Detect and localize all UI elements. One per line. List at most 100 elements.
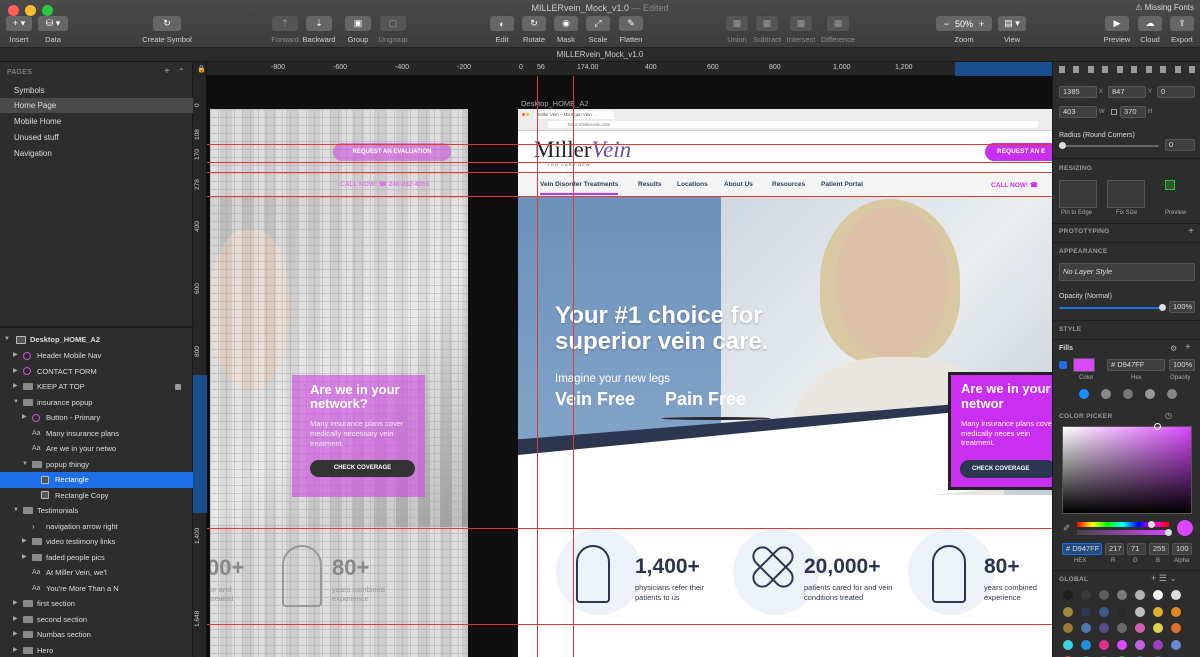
width-field[interactable]: 403 bbox=[1059, 106, 1097, 118]
color-swatch[interactable] bbox=[1081, 639, 1091, 650]
page-item-symbols[interactable]: Symbols bbox=[0, 83, 193, 98]
group-button[interactable]: ▣ Group bbox=[342, 16, 374, 44]
layer-item[interactable]: ▶ KEEP AT TOP bbox=[0, 379, 193, 395]
layer-item[interactable]: ▶ Hero bbox=[0, 643, 193, 657]
disclosure-icon[interactable]: ▶ bbox=[13, 643, 18, 657]
color-swatch[interactable] bbox=[1117, 639, 1127, 650]
radius-slider[interactable] bbox=[1059, 145, 1159, 147]
collapse-pages-icon[interactable]: ⌃ bbox=[178, 67, 185, 76]
layer-item[interactable]: ▶ faded people pics bbox=[0, 550, 193, 566]
color-swatch[interactable] bbox=[1135, 606, 1145, 617]
forward-button[interactable]: ⇡ Forward bbox=[268, 16, 302, 44]
disclosure-icon[interactable]: ▶ bbox=[13, 379, 18, 395]
fill-type-solid[interactable] bbox=[1079, 389, 1089, 399]
data-button[interactable]: ⛁ ▾ Data bbox=[38, 16, 68, 44]
opacity-knob[interactable] bbox=[1159, 304, 1166, 311]
layer-item[interactable]: ▶ Button - Primary bbox=[0, 410, 193, 426]
fill-opacity-field[interactable]: 100% bbox=[1169, 359, 1195, 371]
disclosure-icon[interactable]: ▶ bbox=[13, 596, 18, 612]
color-swatch[interactable] bbox=[1171, 606, 1181, 617]
color-swatch[interactable] bbox=[1135, 623, 1145, 633]
color-swatch[interactable] bbox=[1063, 623, 1073, 633]
y-field[interactable]: 847 bbox=[1108, 86, 1146, 98]
opacity-slider[interactable] bbox=[1059, 307, 1163, 309]
ungroup-button[interactable]: ▢ Ungroup bbox=[376, 16, 410, 44]
opacity-field[interactable]: 100% bbox=[1169, 301, 1195, 313]
difference-button[interactable]: ▦ Difference bbox=[818, 16, 858, 44]
preview-button[interactable]: ▶ Preview bbox=[1102, 16, 1132, 44]
missing-fonts-link[interactable]: ⚠ Missing Fonts bbox=[1135, 3, 1194, 12]
pin-to-edge-control[interactable] bbox=[1059, 180, 1097, 208]
layer-artboard[interactable]: ▼ Desktop_HOME_A2 bbox=[0, 332, 193, 348]
layer-item[interactable]: ▶ Header Mobile Nav bbox=[0, 348, 193, 364]
layer-item[interactable]: ▶ second section bbox=[0, 612, 193, 628]
align-icon[interactable] bbox=[1116, 66, 1123, 73]
backward-button[interactable]: ⇣ Backward bbox=[302, 16, 336, 44]
color-picker-handle[interactable] bbox=[1154, 423, 1161, 430]
rotate-button[interactable]: ↻ Rotate bbox=[520, 16, 548, 44]
disclosure-icon[interactable]: ▶ bbox=[22, 534, 27, 550]
zoom-stepper[interactable]: − 50% + bbox=[936, 16, 992, 31]
color-swatch[interactable] bbox=[1135, 639, 1145, 650]
disclosure-icon[interactable]: ▶ bbox=[22, 550, 27, 566]
union-button[interactable]: ▦ Union bbox=[724, 16, 750, 44]
export-button[interactable]: ⇪ Export bbox=[1168, 16, 1196, 44]
disclosure-icon[interactable]: ▶ bbox=[13, 627, 18, 643]
fill-hex-field[interactable]: # D947FF bbox=[1107, 359, 1165, 371]
color-swatch[interactable] bbox=[1081, 623, 1091, 633]
radius-knob[interactable] bbox=[1059, 142, 1066, 149]
create-symbol-button[interactable]: ↻ Create Symbol bbox=[138, 16, 196, 44]
layer-item[interactable]: Rectangle bbox=[0, 472, 193, 488]
x-field[interactable]: 1385 bbox=[1059, 86, 1097, 98]
page-item-navigation[interactable]: Navigation bbox=[0, 146, 193, 161]
layer-item[interactable]: ▼ Testimonials bbox=[0, 503, 193, 519]
alpha-input[interactable]: 100 bbox=[1172, 543, 1192, 555]
disclosure-open-icon[interactable]: ▼ bbox=[4, 332, 10, 348]
page-item-unused-stuff[interactable]: Unused stuff bbox=[0, 130, 193, 145]
add-swatch-icon[interactable]: + ☰ ⌄ bbox=[1151, 573, 1177, 584]
layer-item[interactable]: Aa At Miller Vein, we'l bbox=[0, 565, 193, 581]
page-item-home-page[interactable]: Home Page bbox=[0, 98, 193, 113]
insurance-popup[interactable]: Are we in your networ Many insurance pla… bbox=[948, 372, 1052, 490]
align-icon[interactable] bbox=[1087, 66, 1094, 73]
color-swatch[interactable] bbox=[1153, 623, 1163, 633]
disclosure-icon[interactable]: ▼ bbox=[13, 503, 19, 519]
disclosure-icon[interactable]: ▶ bbox=[22, 410, 27, 426]
red-input[interactable]: 217 bbox=[1105, 543, 1124, 555]
fill-type-radial[interactable] bbox=[1123, 389, 1133, 399]
gear-icon[interactable]: ⚙ bbox=[1170, 344, 1177, 353]
color-swatch[interactable] bbox=[1117, 606, 1127, 617]
insert-button[interactable]: + ▾ Insert bbox=[6, 16, 32, 44]
fill-type-linear[interactable] bbox=[1101, 389, 1111, 399]
green-input[interactable]: 71 bbox=[1127, 543, 1146, 555]
lock-ratio-icon[interactable] bbox=[1111, 109, 1117, 115]
edit-button[interactable]: ◐ Edit bbox=[488, 16, 516, 44]
align-icon[interactable] bbox=[1174, 66, 1181, 73]
disclosure-icon[interactable]: ▶ bbox=[13, 612, 18, 628]
color-swatch[interactable] bbox=[1171, 639, 1181, 650]
color-swatch[interactable] bbox=[1153, 639, 1163, 650]
artboard-desktop-home[interactable]: Miller Vein – Michigan Vein ... https://… bbox=[518, 109, 1052, 657]
disclosure-icon[interactable]: ▶ bbox=[13, 348, 18, 364]
layer-item[interactable]: Aa Are we in your netwo bbox=[0, 441, 193, 457]
lock-guides-icon[interactable]: 🔒 bbox=[197, 65, 206, 73]
disclosure-icon[interactable]: ▼ bbox=[22, 457, 28, 473]
eyedropper-icon[interactable]: ✐ bbox=[1063, 523, 1071, 534]
add-prototype-icon[interactable]: + bbox=[1188, 226, 1194, 237]
document-tab[interactable]: MILLERvein_Mock_v1.0 bbox=[0, 48, 1200, 62]
layer-style-select[interactable]: No Layer Style bbox=[1059, 263, 1195, 281]
lock-icon[interactable] bbox=[175, 384, 181, 390]
artboard-ghost-grid[interactable]: REQUEST AN EVALUATION CALL NOW! ☎ 248-26… bbox=[210, 109, 468, 657]
layer-item[interactable]: ▶ Numbas section bbox=[0, 627, 193, 643]
color-swatch[interactable] bbox=[1081, 606, 1091, 617]
color-swatch[interactable] bbox=[1063, 639, 1073, 650]
layer-item[interactable]: › navigation arrow right bbox=[0, 519, 193, 535]
layer-item[interactable]: Rectangle Copy bbox=[0, 488, 193, 504]
fill-type-image[interactable] bbox=[1167, 389, 1177, 399]
add-fill-icon[interactable]: + bbox=[1185, 342, 1191, 353]
hue-slider[interactable] bbox=[1077, 522, 1169, 527]
fill-color-well[interactable] bbox=[1073, 358, 1095, 372]
color-swatch[interactable] bbox=[1171, 623, 1181, 633]
color-swatch[interactable] bbox=[1099, 623, 1109, 633]
color-swatch[interactable] bbox=[1135, 590, 1145, 600]
